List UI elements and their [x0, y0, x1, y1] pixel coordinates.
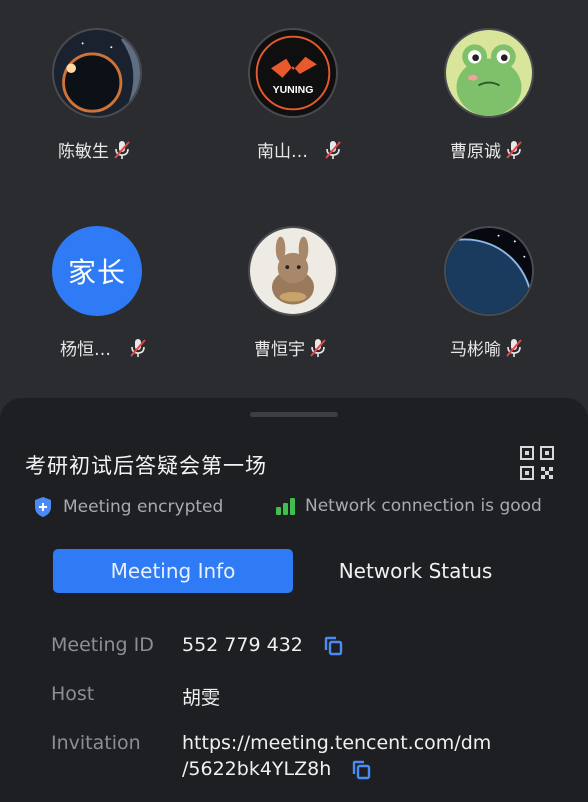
participant-name: 马彬喻 [450, 340, 501, 360]
encryption-status: Meeting encrypted [33, 496, 223, 518]
network-label: Network connection is good [305, 496, 542, 516]
participant-name-row: 杨恒… [60, 335, 147, 360]
participant-name: 曹恒宇 [254, 340, 305, 360]
participant-name-row: 曹原诚 [450, 137, 523, 162]
invitation-link-line1[interactable]: https://meeting.tencent.com/dm [182, 732, 491, 754]
meeting-title: 考研初试后答疑会第一场 [25, 454, 267, 478]
invitation-link-row: /5622bk4YLZ8h [182, 758, 371, 780]
invitation-label: Invitation [51, 732, 141, 754]
meeting-id-row: 552 779 432 [182, 634, 343, 656]
logo-text: YUNING [273, 84, 314, 96]
participant-name-row: 南山… [257, 137, 342, 162]
tab-meeting-info[interactable]: Meeting Info [53, 549, 293, 593]
invitation-link-line2[interactable]: /5622bk4YLZ8h [182, 758, 331, 780]
participant-name-row: 陈敏生 [58, 137, 131, 162]
meeting-id-label: Meeting ID [51, 634, 154, 656]
participant-name: 曹原诚 [450, 142, 501, 162]
mic-muted-icon [130, 338, 146, 357]
meeting-info-sheet: 考研初试后答疑会第一场 Meeting encrypted Network co… [0, 398, 588, 802]
host-label: Host [51, 683, 95, 705]
participant-grid: 陈敏生 YUNING 南山… 曹原诚 家长 杨恒… 曹恒宇 马彬喻 [0, 0, 588, 400]
avatar: 家长 [52, 226, 142, 316]
avatar [444, 28, 534, 118]
participant-name: 杨恒… [60, 340, 111, 360]
network-status: Network connection is good [275, 496, 542, 516]
participant-name: 陈敏生 [58, 142, 109, 162]
mic-muted-icon [325, 140, 341, 159]
copy-icon[interactable] [323, 636, 343, 656]
tab-network-status[interactable]: Network Status [303, 549, 528, 593]
mic-muted-icon [506, 140, 522, 159]
participant-name-row: 曹恒宇 [254, 335, 327, 360]
shield-icon [35, 497, 51, 517]
avatar [444, 226, 534, 316]
avatar-text: 家长 [67, 256, 126, 289]
info-tabs: Meeting Info Network Status [53, 549, 553, 593]
copy-icon[interactable] [351, 760, 371, 780]
mic-muted-icon [506, 338, 522, 357]
participant-name: 南山… [257, 142, 308, 162]
avatar [248, 226, 338, 316]
drag-handle[interactable] [250, 412, 338, 417]
signal-bars-icon [276, 498, 295, 515]
qr-code-icon[interactable] [520, 446, 554, 480]
encryption-label: Meeting encrypted [63, 497, 224, 517]
participant-name-row: 马彬喻 [450, 335, 523, 360]
mic-muted-icon [114, 140, 130, 159]
avatar: YUNING [248, 28, 338, 118]
host-value: 胡雯 [182, 687, 221, 709]
avatar [52, 28, 142, 118]
meeting-id-value: 552 779 432 [182, 634, 303, 656]
mic-muted-icon [310, 338, 326, 357]
